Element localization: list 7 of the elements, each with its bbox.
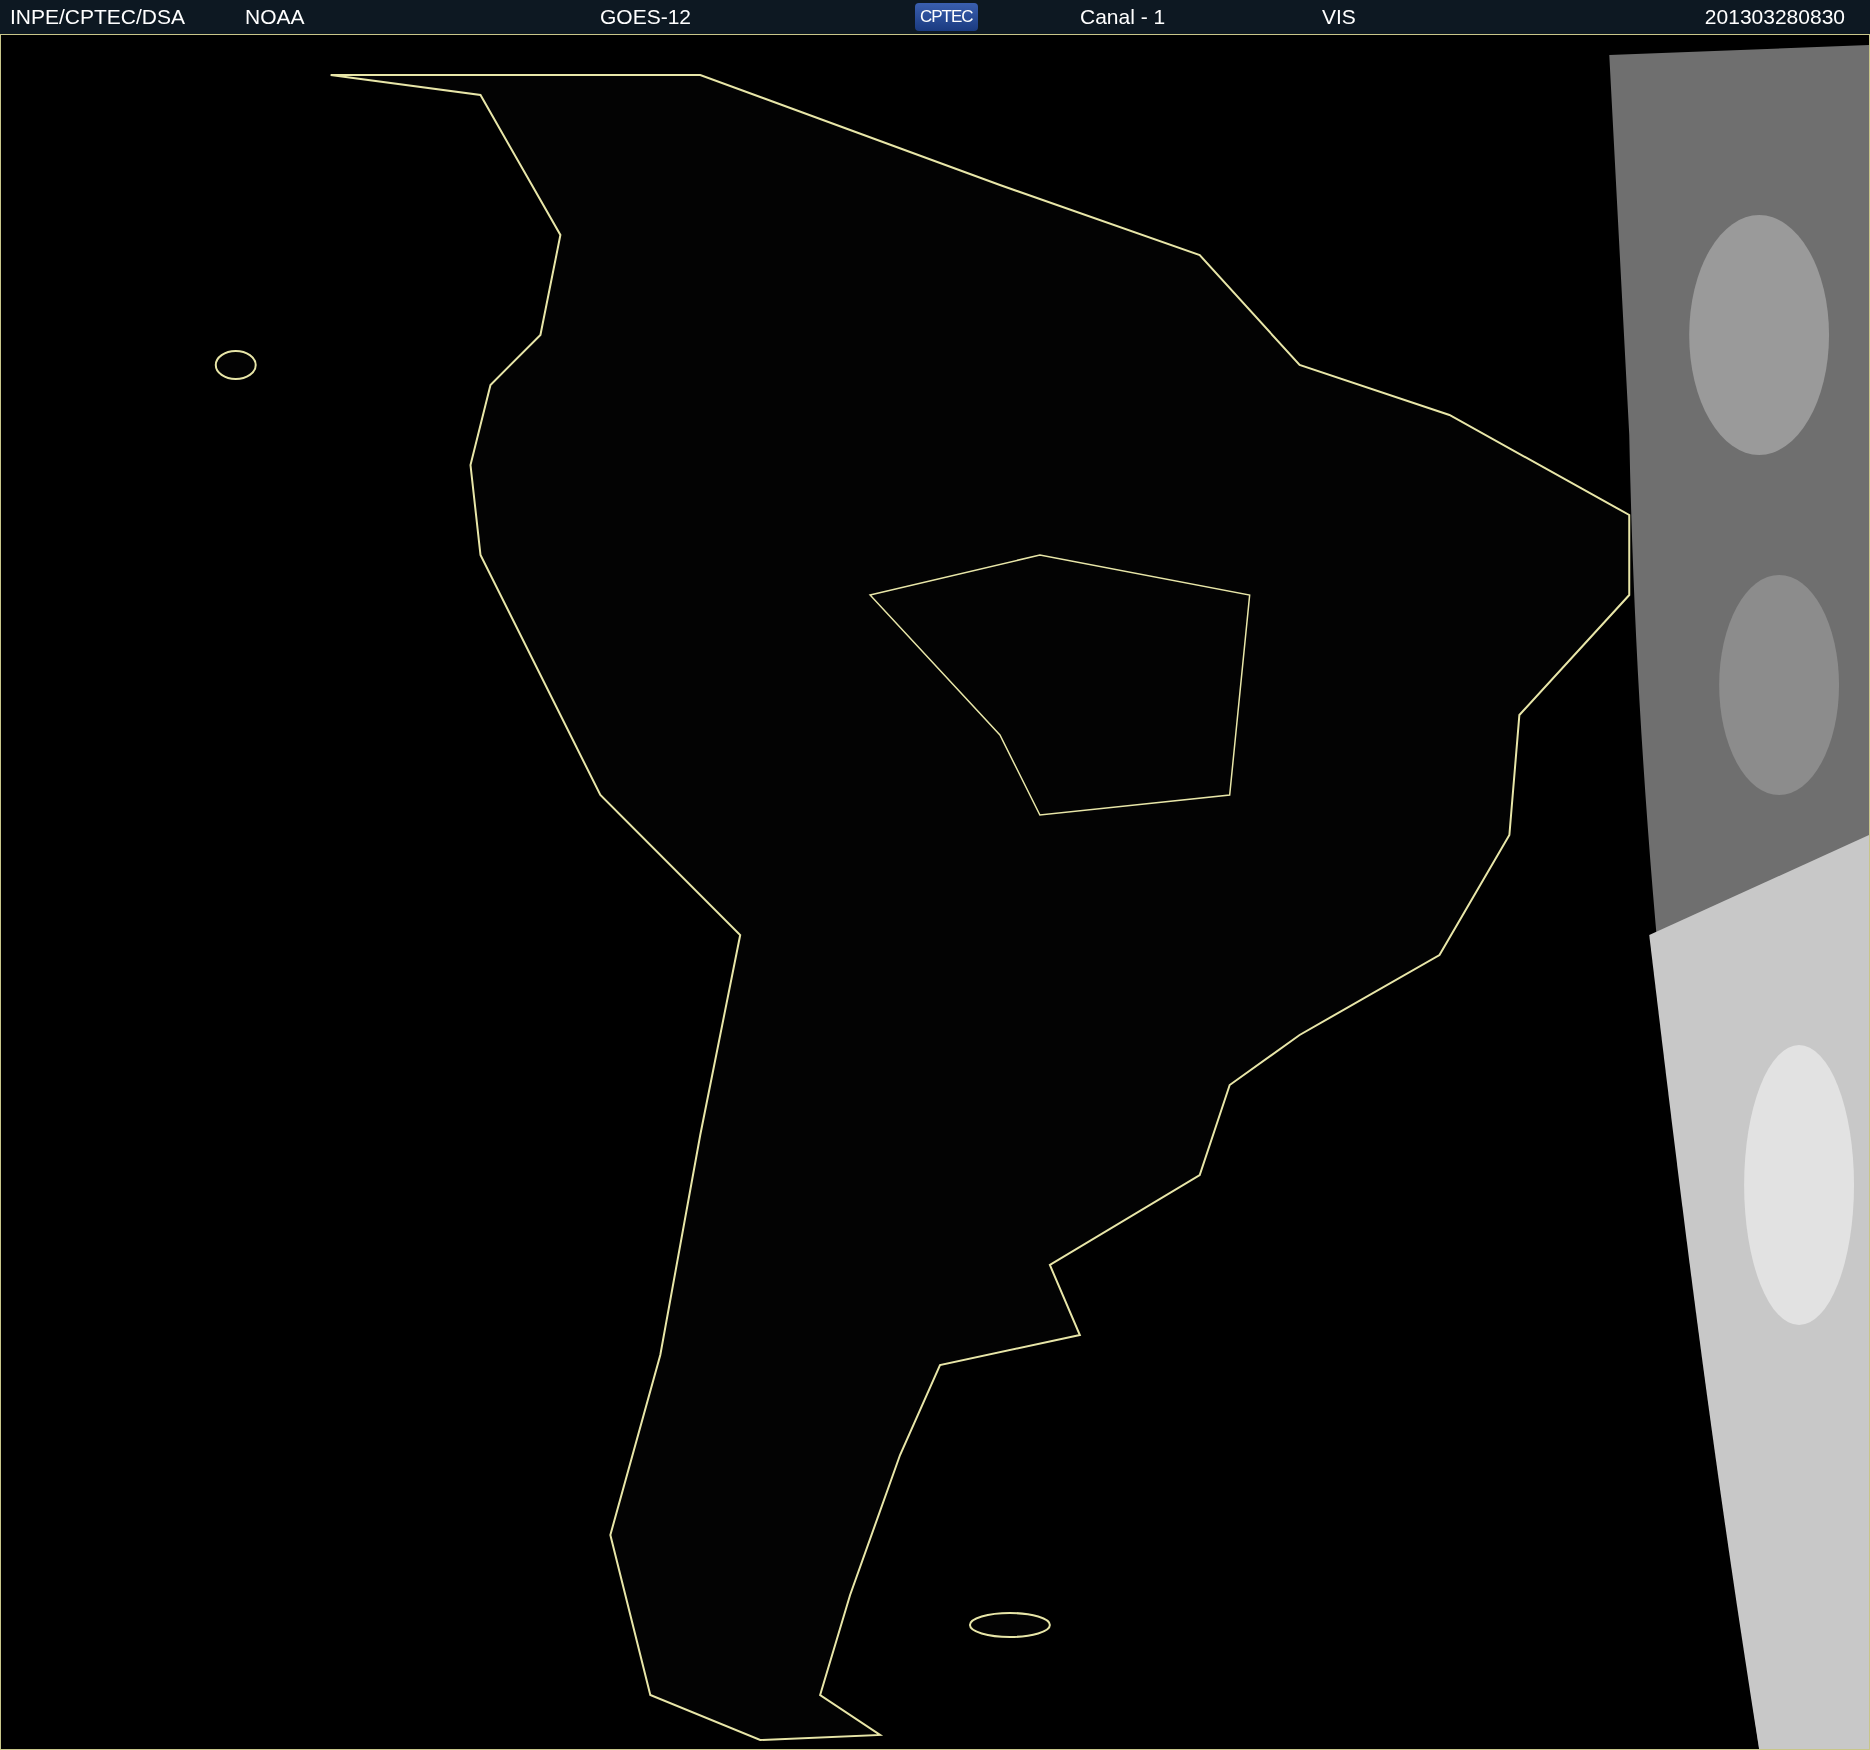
header-label: INPE/CPTEC/DSA [10, 5, 186, 29]
header-label: VIS [1322, 5, 1356, 29]
header-label: GOES-12 [600, 5, 692, 29]
header-label: NOAA [245, 5, 305, 29]
header-label: Canal - 1 [1080, 5, 1166, 29]
logo: CPTEC [915, 3, 978, 31]
header-label: 201303280830 [1704, 5, 1845, 29]
